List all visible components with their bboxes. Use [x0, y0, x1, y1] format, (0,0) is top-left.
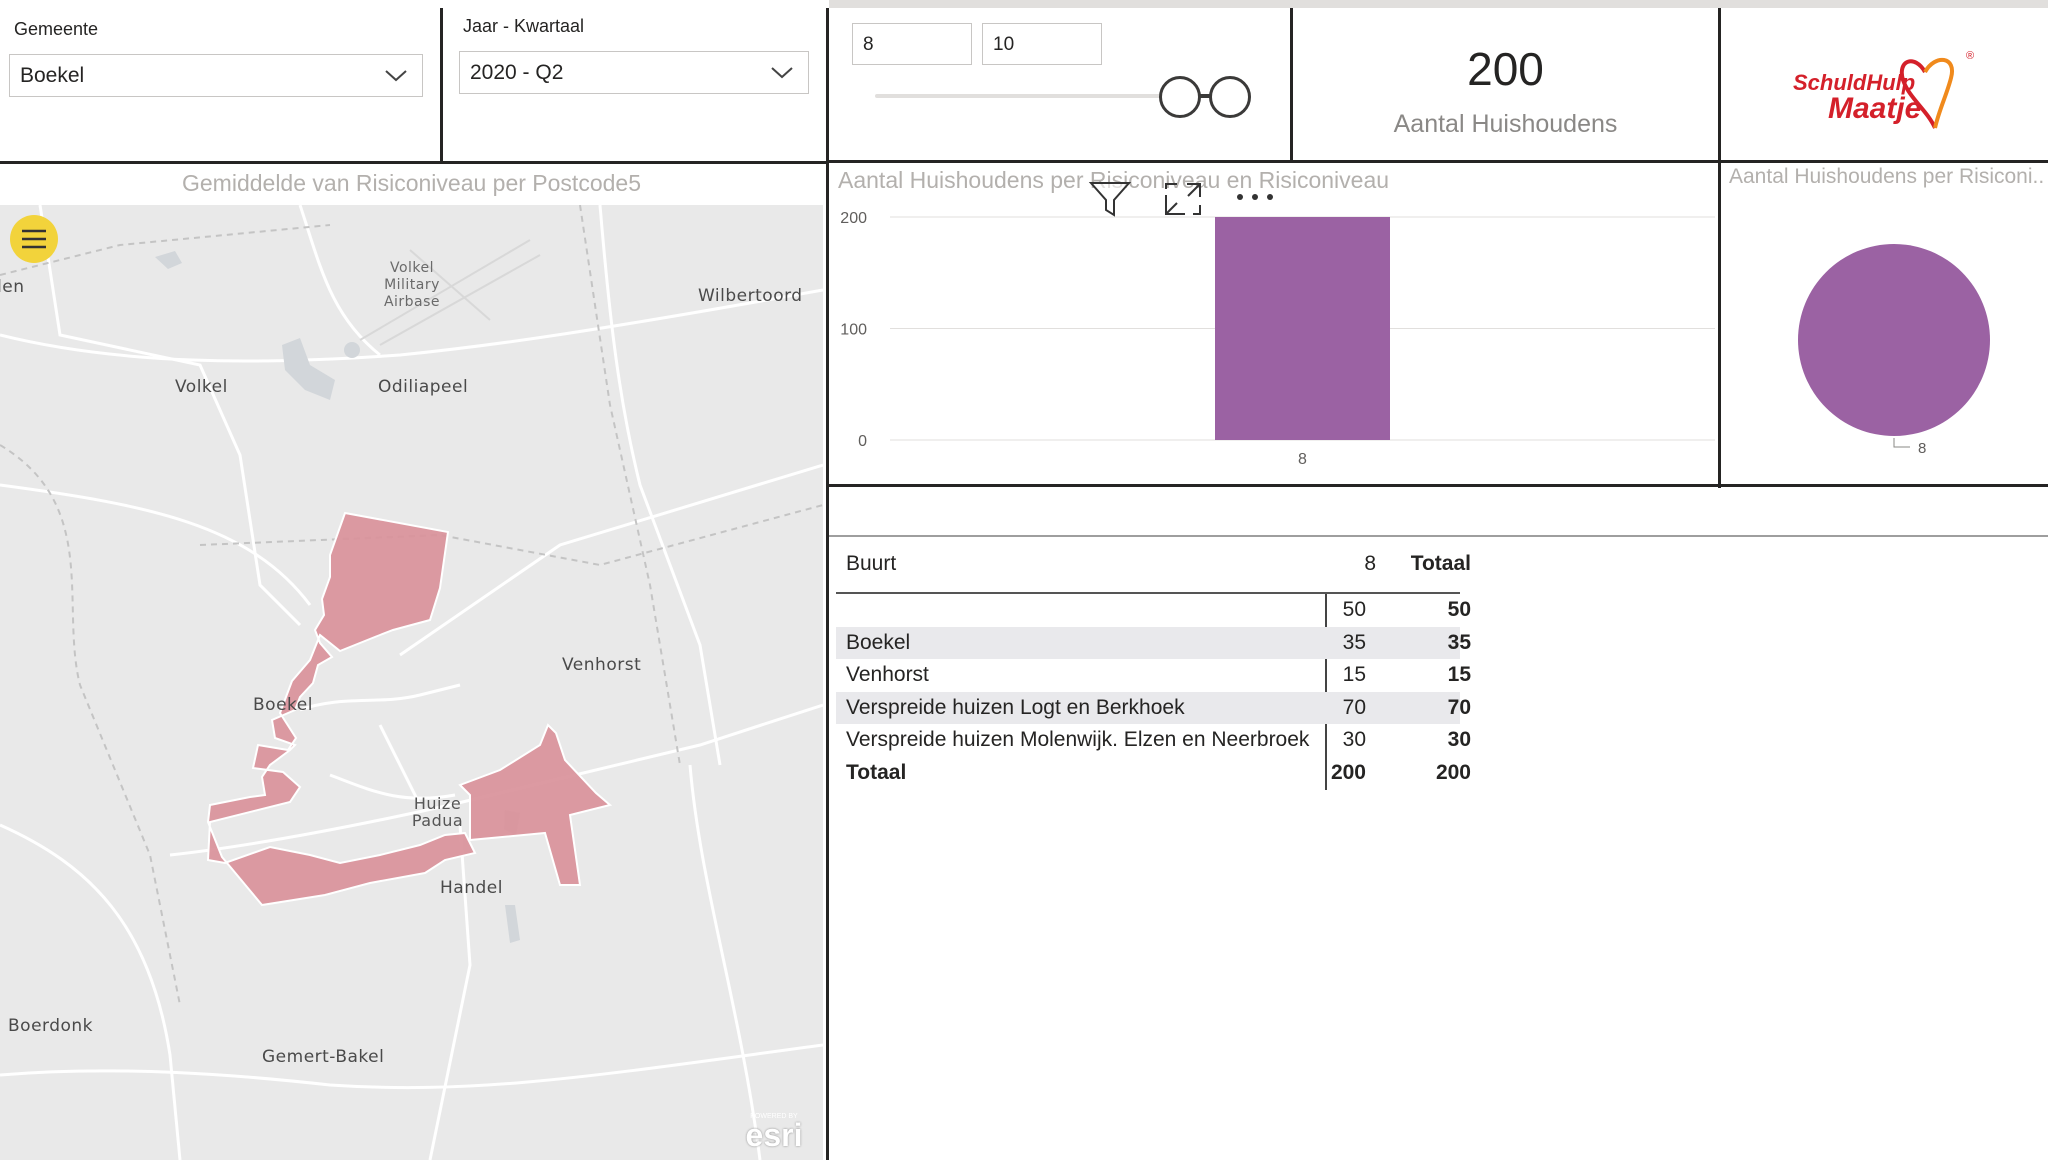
place-boerdonk: Boerdonk [8, 1016, 94, 1036]
jaar-kwartaal-value: 2020 - Q2 [470, 61, 564, 84]
logo-registered: ® [1966, 50, 1975, 62]
table-row: Verspreide huizen Logt en Berkhoek 70 70 [836, 691, 1471, 724]
table-row: 50 50 [836, 594, 1471, 627]
place-gemert-bakel: Gemert-Bakel [262, 1047, 385, 1067]
place-odiliapeel: Odiliapeel [378, 377, 469, 397]
cell-totaal: 35 [1447, 630, 1471, 654]
y-tick-label: 0 [858, 433, 867, 450]
pie-chart: 8 [1798, 244, 1990, 457]
schuldhulpmaatje-logo: SchuldHulp Maatje ® [1790, 48, 1974, 138]
pie-slice-8[interactable] [1798, 244, 1990, 436]
cell-buurt: Verspreide huizen Logt en Berkhoek [846, 695, 1185, 719]
place-boekel: Boekel [253, 695, 313, 715]
place-venhorst: Venhorst [562, 655, 642, 675]
table-row: Venhorst 15 15 [836, 659, 1471, 692]
cell-buurt: Verspreide huizen Molenwijk. Elzen en Ne… [846, 728, 1310, 751]
cell-8: 200 [1330, 760, 1366, 784]
cell-buurt: Boekel [846, 630, 911, 654]
chevron-down-icon [385, 70, 407, 82]
pie-slice-label: 8 [1918, 440, 1926, 457]
esri-attribution: POWERED BY esri [738, 1113, 810, 1153]
bar-8[interactable] [1215, 217, 1390, 440]
place-uden: Uden [0, 277, 25, 297]
range-slider-max-handle[interactable] [1209, 76, 1251, 118]
place-volkel-airbase-line3: Airbase [383, 294, 441, 310]
cell-totaal: 30 [1447, 728, 1471, 751]
map-title: Gemiddelde van Risiconiveau per Postcode… [182, 170, 641, 196]
bar-chart-title: Aantal Huishoudens per Risiconiveau en R… [838, 167, 1390, 193]
cell-totaal: 50 [1447, 598, 1471, 621]
range-min-input[interactable]: 8 [852, 23, 972, 65]
place-handel: Handel [440, 878, 503, 898]
jaar-kwartaal-dropdown[interactable]: 2020 - Q2 [459, 51, 809, 94]
place-wilbertoord: Wilbertoord [698, 286, 803, 306]
esri-logo: esri [745, 1117, 803, 1153]
chevron-down-icon [771, 67, 793, 79]
pie-leader-line [1893, 438, 1910, 448]
place-volkel: Volkel [175, 377, 228, 397]
gemeente-dropdown[interactable]: Boekel [9, 54, 423, 97]
gemeente-slicer-label: Gemeente [14, 19, 99, 39]
map-menu-button[interactable] [10, 215, 58, 263]
cell-8: 50 [1342, 598, 1366, 621]
hamburger-icon [22, 229, 46, 249]
jaar-kwartaal-slicer-label: Jaar - Kwartaal [463, 16, 585, 36]
x-tick-label: 8 [1298, 451, 1307, 468]
cell-8: 70 [1342, 695, 1366, 719]
gemeente-value: Boekel [20, 64, 85, 87]
place-volkel-airbase-line1: Volkel [389, 260, 435, 276]
cell-totaal: 70 [1447, 695, 1471, 719]
y-tick-label: 200 [840, 210, 867, 227]
cell-totaal: 200 [1435, 760, 1471, 784]
cell-8: 15 [1342, 663, 1366, 686]
cell-8: 35 [1342, 630, 1366, 654]
header-totaal: Totaal [1410, 552, 1471, 575]
table-row: Verspreide huizen Molenwijk. Elzen en Ne… [836, 724, 1471, 757]
y-tick-label: 100 [840, 322, 867, 339]
card-value: 200 [1467, 43, 1544, 95]
table-row: Boekel 35 35 [836, 626, 1471, 659]
range-slider-min-handle[interactable] [1158, 76, 1201, 118]
range-max-input[interactable]: 10 [982, 23, 1102, 65]
card-label: Aantal Huishoudens [1393, 110, 1618, 138]
place-volkel-airbase: Volkel Military Airbase [372, 260, 452, 311]
cell-buurt: Totaal [846, 760, 907, 784]
place-huize-padua-line2: Padua [411, 811, 464, 830]
map-visual[interactable]: Uden Volkel Military Airbase Wilbertoord… [0, 205, 823, 1160]
place-huize-padua-line1: Huize [413, 794, 462, 813]
header-buurt: Buurt [846, 552, 897, 575]
cell-buurt: Venhorst [846, 663, 929, 686]
header-8: 8 [1364, 552, 1376, 575]
cell-totaal: 15 [1447, 663, 1471, 686]
place-huize-padua: Huize Padua [400, 795, 475, 829]
bar-chart: 0 100 200 8 [840, 210, 1715, 468]
place-volkel-airbase-line2: Military [384, 277, 440, 293]
pie-chart-title: Aantal Huishoudens per Risiconi... [1729, 165, 2045, 188]
table-total-row: Totaal 200 200 [836, 757, 1471, 790]
cell-8: 30 [1342, 728, 1366, 751]
heart-icon [1899, 57, 1954, 129]
